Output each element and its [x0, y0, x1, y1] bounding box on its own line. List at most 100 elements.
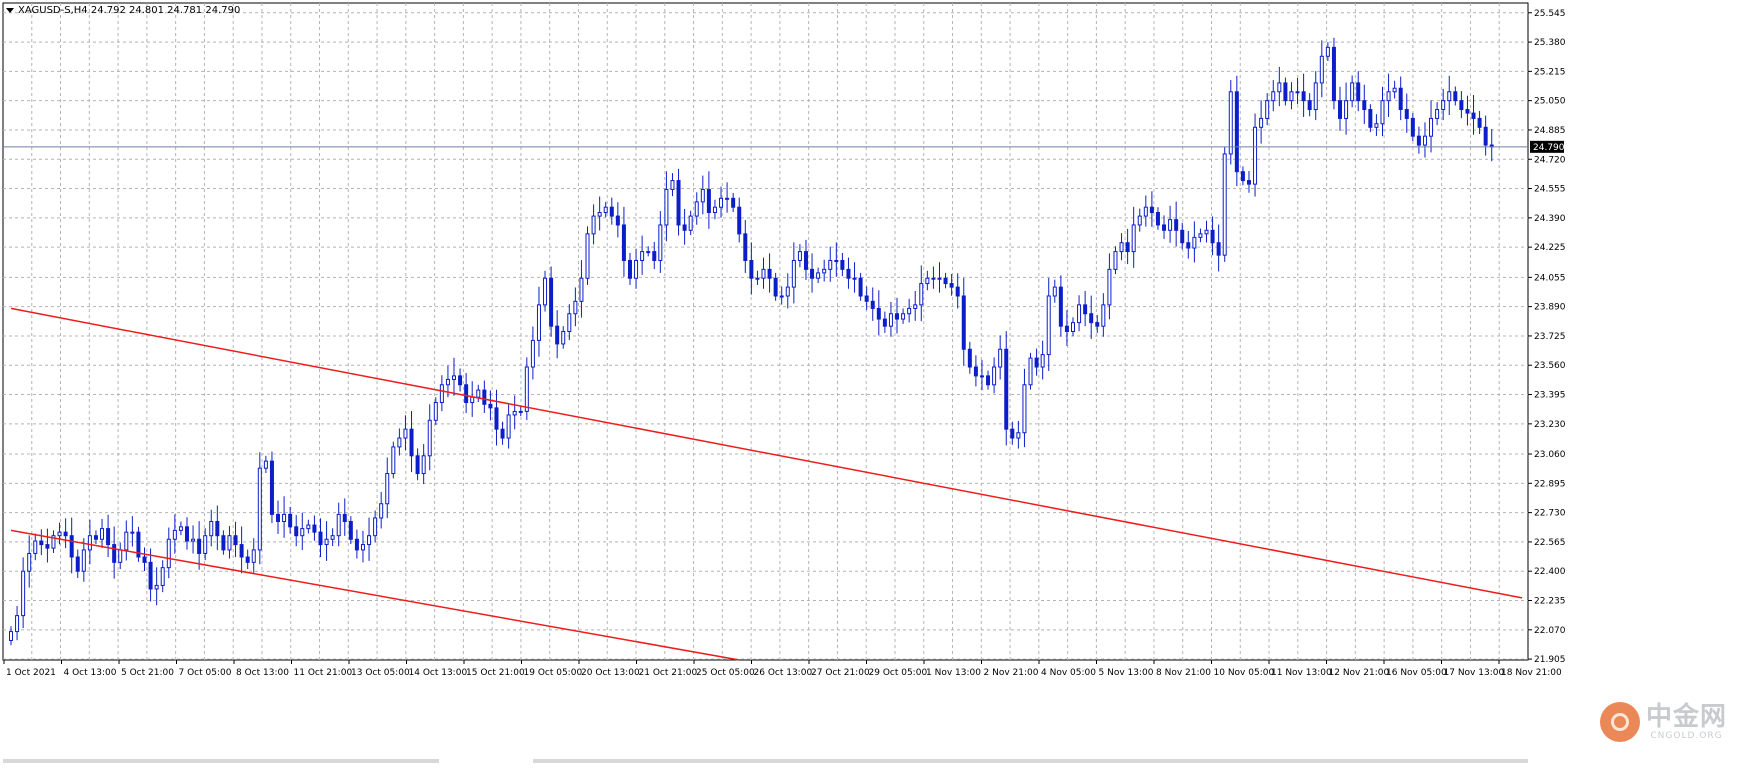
candle-body — [1089, 313, 1094, 324]
candle-body — [882, 318, 887, 327]
candle-body — [154, 584, 159, 590]
candle-body — [257, 467, 262, 551]
candle-body — [1253, 126, 1258, 185]
x-tick-label: 4 Nov 05:00 — [1041, 668, 1096, 678]
candle-body — [846, 268, 851, 279]
candle-body — [130, 531, 135, 534]
x-tick-label: 11 Nov 13:00 — [1271, 668, 1332, 678]
candle-body — [178, 526, 183, 531]
candle-body — [512, 410, 517, 416]
y-tick-label: 23.560 — [1534, 361, 1566, 371]
candle-body — [57, 531, 62, 537]
bottom-strip-right[interactable] — [533, 759, 1528, 763]
candle-body — [925, 277, 930, 285]
candle-body — [397, 437, 402, 448]
trendline[interactable] — [10, 307, 1523, 599]
candle-body — [1052, 286, 1057, 297]
candle-body — [858, 277, 863, 297]
y-tick-label: 25.215 — [1534, 67, 1566, 77]
candle-body — [797, 251, 802, 261]
candle-body — [816, 272, 821, 279]
candle-body — [1034, 357, 1039, 368]
candle-body — [1058, 286, 1063, 327]
y-tick-label: 25.380 — [1534, 38, 1566, 48]
candle-body — [961, 295, 966, 350]
y-tick-label: 24.390 — [1534, 214, 1566, 224]
candle-body — [184, 526, 189, 542]
y-tick-label: 22.400 — [1534, 567, 1566, 577]
x-tick-label: 29 Oct 05:00 — [869, 668, 928, 678]
candle-body — [670, 180, 675, 190]
candle-body — [221, 535, 226, 551]
x-tick-label: 16 Nov 05:00 — [1386, 668, 1447, 678]
candle-body — [1441, 100, 1446, 111]
x-tick-label: 8 Nov 21:00 — [1156, 668, 1211, 678]
candle-body — [652, 251, 657, 261]
watermark: 中金网 CNGOLD.ORG — [1599, 702, 1727, 742]
candle-body — [597, 212, 602, 217]
candle-body — [1380, 100, 1385, 125]
y-tick-label: 23.060 — [1534, 450, 1566, 460]
x-tick-label: 5 Oct 21:00 — [121, 668, 174, 678]
candle-body — [500, 428, 505, 439]
candle-body — [1240, 171, 1245, 182]
candle-body — [1113, 251, 1118, 270]
candle-body — [943, 277, 948, 285]
candle-body — [1004, 348, 1009, 430]
candle-body — [719, 197, 724, 208]
x-tick-label: 17 Nov 13:00 — [1444, 668, 1505, 678]
candle-body — [1155, 212, 1160, 226]
candle-body — [870, 300, 875, 309]
candle-body — [1368, 109, 1373, 128]
candle-body — [1338, 100, 1343, 119]
candle-body — [1040, 354, 1045, 368]
candle-body — [1198, 233, 1203, 238]
candle-body — [1095, 322, 1100, 327]
candle-body — [75, 556, 80, 572]
price-chart[interactable]: 25.545 25.380 25.215 25.050 24.885 24.720 24.5… — [0, 0, 1741, 764]
candle-body — [318, 531, 323, 546]
symbol-ohlc-text: XAGUSD-S,H4 24.792 24.801 24.781 24.790 — [18, 5, 241, 16]
candle-body — [888, 313, 893, 327]
x-tick-label: 14 Oct 13:00 — [409, 668, 468, 678]
candle-body — [415, 455, 420, 475]
candle-body — [1192, 236, 1197, 249]
x-tick-label: 10 Nov 05:00 — [1214, 668, 1275, 678]
candle-body — [1295, 91, 1300, 94]
candle-body — [615, 215, 620, 226]
candle-body — [112, 544, 117, 563]
candle-body — [1119, 242, 1124, 253]
candle-body — [69, 535, 74, 558]
candle-body — [785, 286, 790, 297]
candle-body — [1277, 82, 1282, 93]
candle-body — [452, 375, 457, 380]
candle-body — [458, 375, 463, 386]
candle-body — [773, 277, 778, 297]
candle-body — [627, 259, 632, 279]
y-tick-label: 22.565 — [1534, 538, 1566, 548]
candle-body — [470, 396, 475, 404]
candle-body — [100, 528, 105, 540]
chart-canvas[interactable]: 25.545 25.380 25.215 25.050 24.885 24.720 24.5… — [0, 0, 1741, 764]
candle-body — [27, 552, 32, 572]
candle-body — [530, 339, 535, 368]
candle-body — [1228, 91, 1233, 155]
symbol-label[interactable]: XAGUSD-S,H4 24.792 24.801 24.781 24.790 — [6, 5, 240, 16]
y-tick-label: 24.555 — [1534, 185, 1566, 195]
bottom-strip-left[interactable] — [3, 759, 439, 763]
candle-body — [166, 538, 171, 569]
candle-body — [1131, 224, 1136, 253]
y-tick-label: 22.235 — [1534, 597, 1566, 607]
candle-body — [1070, 322, 1075, 332]
candle-body — [755, 277, 760, 280]
trendline[interactable] — [10, 529, 740, 661]
caret-down-icon[interactable] — [6, 7, 14, 13]
candle-body — [913, 304, 918, 309]
candle-body — [1022, 384, 1027, 434]
candle-body — [1271, 91, 1276, 102]
x-tick-label: 1 Nov 13:00 — [926, 668, 981, 678]
candle-body — [142, 556, 147, 563]
y-tick-label: 23.725 — [1534, 332, 1566, 342]
candle-body — [276, 513, 281, 522]
candle-body — [379, 503, 384, 519]
